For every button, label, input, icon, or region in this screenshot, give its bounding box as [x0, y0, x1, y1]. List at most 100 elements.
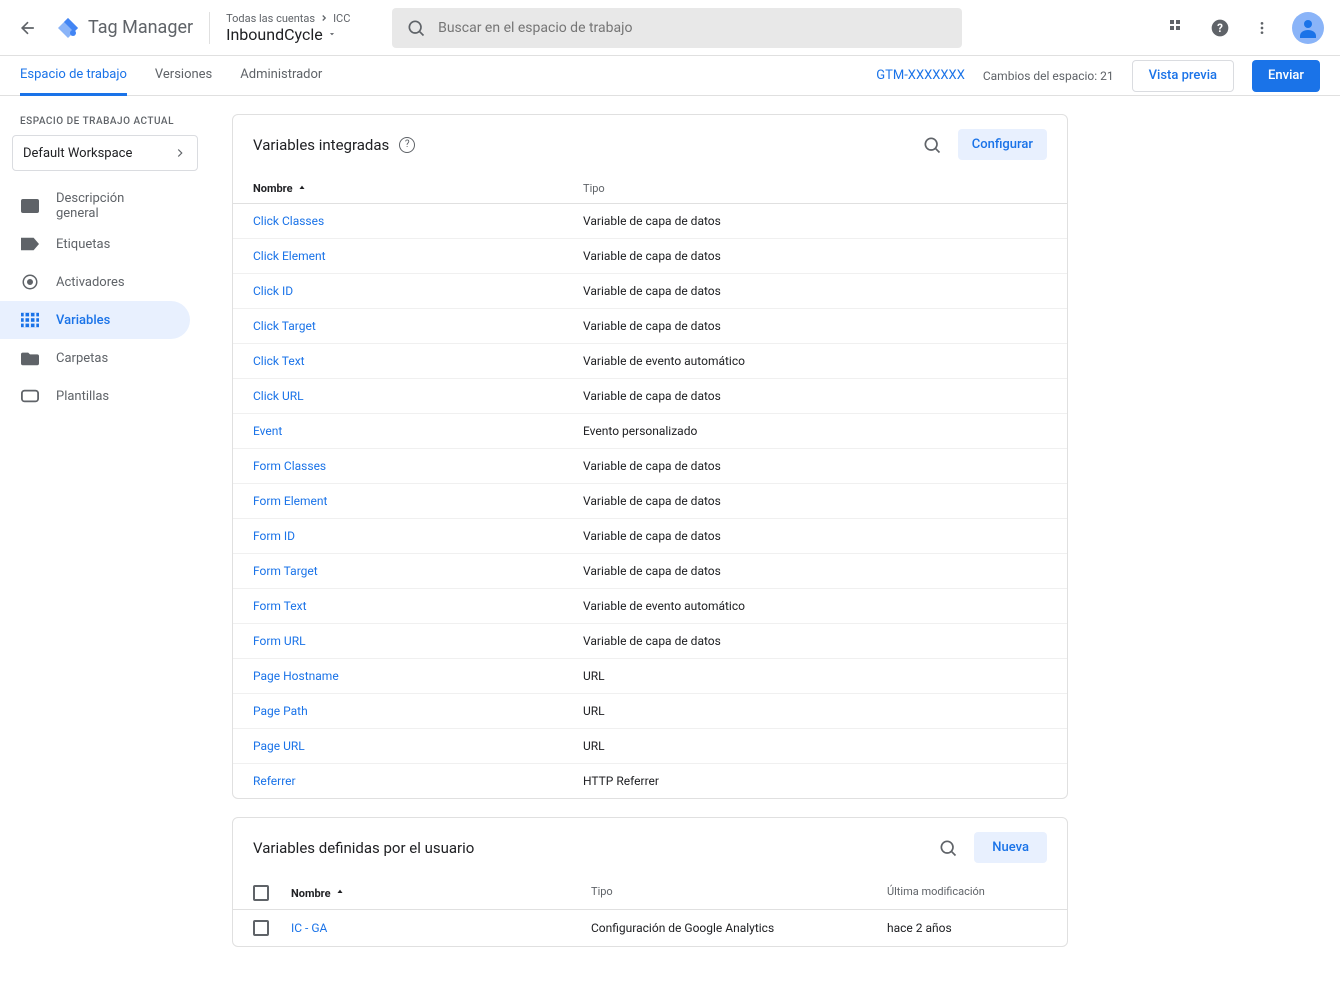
variable-link[interactable]: Click Text [253, 354, 305, 368]
variable-link[interactable]: Form Classes [253, 459, 326, 473]
nav-icon [20, 196, 40, 216]
table-row[interactable]: Page PathURL [233, 694, 1067, 729]
variable-link[interactable]: IC - GA [291, 921, 327, 935]
workspace-label: ESPACIO DE TRABAJO ACTUAL [0, 108, 210, 131]
table-row[interactable]: Click URL Variable de capa de datos [233, 379, 1067, 414]
builtin-variables-card: Variables integradas ? Configurar Nombre… [232, 114, 1068, 799]
variable-link[interactable]: Event [253, 424, 282, 438]
select-all-checkbox[interactable] [253, 885, 269, 901]
tab-versions[interactable]: Versiones [155, 56, 212, 96]
app-name: Tag Manager [88, 17, 193, 38]
sidebar-item-activadores[interactable]: Activadores [0, 263, 190, 301]
search-icon [406, 18, 426, 38]
sidebar-item-plantillas[interactable]: Plantillas [0, 377, 190, 415]
workspace-name: Default Workspace [23, 146, 132, 161]
variable-link[interactable]: Page Hostname [253, 669, 339, 683]
variable-link[interactable]: Form Element [253, 494, 327, 508]
variable-link[interactable]: Click URL [253, 389, 304, 403]
container-id[interactable]: GTM-XXXXXXX [876, 68, 965, 83]
variable-link[interactable]: Click ID [253, 284, 293, 298]
preview-button[interactable]: Vista previa [1132, 60, 1234, 92]
table-row[interactable]: Page URL URL [233, 729, 1067, 764]
nav-label: Variables [56, 313, 110, 328]
submit-button[interactable]: Enviar [1252, 60, 1320, 92]
new-variable-button[interactable]: Nueva [974, 832, 1047, 863]
container-selector[interactable]: InboundCycle [226, 25, 376, 44]
variable-link[interactable]: Click Classes [253, 214, 324, 228]
nav-icon [20, 310, 40, 330]
table-row[interactable]: Click ClassesVariable de capa de datos [233, 204, 1067, 239]
variable-link[interactable]: Page URL [253, 739, 305, 753]
variable-link[interactable]: Form URL [253, 634, 306, 648]
col-name-header[interactable]: Nombre [253, 182, 583, 195]
search-box[interactable] [392, 8, 962, 48]
variable-modified: hace 2 años [887, 921, 1047, 935]
search-input[interactable] [438, 20, 948, 36]
logo[interactable]: Tag Manager [56, 16, 193, 40]
breadcrumb-all: Todas las cuentas [226, 12, 315, 25]
workspace-changes: Cambios del espacio: 21 [983, 69, 1114, 83]
back-arrow[interactable] [16, 16, 40, 40]
variable-link[interactable]: Click Element [253, 249, 326, 263]
table-row[interactable]: ReferrerHTTP Referrer [233, 764, 1067, 798]
help-outline-icon[interactable]: ? [399, 137, 415, 153]
nav-label: Descripción general [56, 191, 170, 221]
workspace-selector[interactable]: Default Workspace [12, 135, 198, 171]
avatar[interactable] [1292, 12, 1324, 44]
chevron-right-icon [173, 146, 187, 160]
table-row[interactable]: Form Element Variable de capa de datos [233, 484, 1067, 519]
sidebar-item-variables[interactable]: Variables [0, 301, 190, 339]
variable-type: Variable de capa de datos [583, 634, 1047, 648]
variable-link[interactable]: Click Target [253, 319, 316, 333]
builtin-title: Variables integradas [253, 136, 389, 154]
sidebar-item-etiquetas[interactable]: Etiquetas [0, 225, 190, 263]
variable-link[interactable]: Referrer [253, 774, 296, 788]
nav-label: Carpetas [56, 351, 108, 366]
variable-link[interactable]: Page Path [253, 704, 308, 718]
chevron-right-icon [319, 13, 329, 23]
table-row[interactable]: Click TargetVariable de capa de datos [233, 309, 1067, 344]
table-row[interactable]: Form URL Variable de capa de datos [233, 624, 1067, 659]
table-row[interactable]: Click ID Variable de capa de datos [233, 274, 1067, 309]
variable-type: Variable de capa de datos [583, 529, 1047, 543]
search-builtin-button[interactable] [920, 133, 944, 157]
table-row[interactable]: Form ID Variable de capa de datos [233, 519, 1067, 554]
sidebar-item-descripción-general[interactable]: Descripción general [0, 187, 190, 225]
variable-type: Variable de capa de datos [583, 389, 1047, 403]
variable-type: Variable de capa de datos [583, 459, 1047, 473]
table-row[interactable]: Click TextVariable de evento automático [233, 344, 1067, 379]
tab-admin[interactable]: Administrador [240, 56, 322, 96]
container-name: InboundCycle [226, 25, 323, 44]
variable-type: Variable de capa de datos [583, 284, 1047, 298]
caret-down-icon [327, 29, 337, 39]
more-icon[interactable] [1250, 16, 1274, 40]
table-row[interactable]: IC - GAConfiguración de Google Analytics… [233, 910, 1067, 946]
table-row[interactable]: Form TargetVariable de capa de datos [233, 554, 1067, 589]
arrow-up-icon [297, 184, 307, 194]
apps-icon[interactable] [1166, 16, 1190, 40]
table-row[interactable]: Form TextVariable de evento automático [233, 589, 1067, 624]
table-row[interactable]: Form Classes Variable de capa de datos [233, 449, 1067, 484]
col-mod-header[interactable]: Última modificación [887, 885, 1047, 901]
user-variables-card: Variables definidas por el usuario Nueva… [232, 817, 1068, 947]
variable-type: Variable de capa de datos [583, 494, 1047, 508]
table-row[interactable]: Page Hostname URL [233, 659, 1067, 694]
variable-link[interactable]: Form Target [253, 564, 318, 578]
col-name-header[interactable]: Nombre [291, 885, 591, 901]
help-icon[interactable]: ? [1208, 16, 1232, 40]
row-checkbox[interactable] [253, 920, 269, 936]
col-type-header[interactable]: Tipo [591, 885, 887, 901]
tab-workspace[interactable]: Espacio de trabajo [20, 56, 127, 96]
configure-button[interactable]: Configurar [958, 129, 1047, 160]
col-type-header[interactable]: Tipo [583, 182, 1047, 195]
table-row[interactable]: Click ElementVariable de capa de datos [233, 239, 1067, 274]
sidebar-item-carpetas[interactable]: Carpetas [0, 339, 190, 377]
variable-link[interactable]: Form Text [253, 599, 307, 613]
variable-link[interactable]: Form ID [253, 529, 295, 543]
variable-type: URL [583, 739, 1047, 753]
table-row[interactable]: EventEvento personalizado [233, 414, 1067, 449]
variable-type: URL [583, 669, 1047, 683]
svg-text:?: ? [1217, 21, 1223, 35]
search-user-button[interactable] [936, 836, 960, 860]
breadcrumb[interactable]: Todas las cuentas ICC [226, 12, 376, 25]
